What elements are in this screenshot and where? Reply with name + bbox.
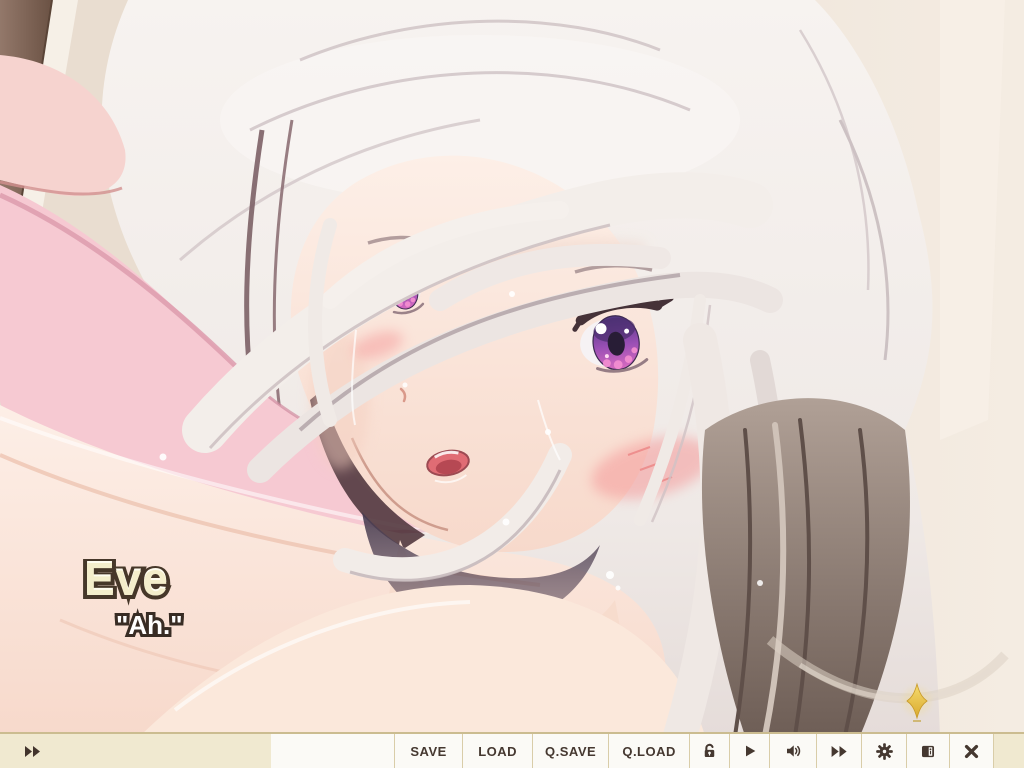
dialogue-text: "Ah." "Ah." bbox=[116, 610, 416, 646]
play-icon bbox=[742, 743, 758, 759]
speaker-name-label: Eve bbox=[84, 552, 169, 606]
close-icon bbox=[963, 743, 980, 760]
save-button[interactable]: SAVE bbox=[394, 734, 462, 768]
window-panel-icon bbox=[919, 743, 937, 760]
fast-forward-icon bbox=[24, 745, 41, 758]
settings-button[interactable] bbox=[861, 734, 906, 768]
skip-button[interactable] bbox=[816, 734, 861, 768]
speaker-name: Eve Eve bbox=[84, 552, 384, 612]
window-panel-button[interactable] bbox=[906, 734, 949, 768]
volume-icon bbox=[783, 742, 803, 760]
quick-load-button-label: Q.LOAD bbox=[622, 744, 676, 759]
volume-button[interactable] bbox=[769, 734, 816, 768]
auto-play-button[interactable] bbox=[729, 734, 769, 768]
load-button-label: LOAD bbox=[478, 744, 517, 759]
skip-mode-indicator[interactable] bbox=[0, 734, 271, 768]
close-button[interactable] bbox=[949, 734, 993, 768]
menu-spacer bbox=[271, 734, 394, 768]
load-button[interactable]: LOAD bbox=[462, 734, 532, 768]
save-button-label: SAVE bbox=[410, 744, 446, 759]
lock-icon bbox=[700, 742, 719, 761]
menu-buttons: SAVE LOAD Q.SAVE Q.LOAD bbox=[271, 734, 993, 768]
fast-forward-icon bbox=[830, 744, 849, 759]
quick-save-button-label: Q.SAVE bbox=[545, 744, 596, 759]
dialogue-text-label: "Ah." bbox=[116, 610, 183, 641]
menu-bar-right-cap bbox=[993, 734, 1024, 768]
quick-load-button[interactable]: Q.LOAD bbox=[608, 734, 689, 768]
quick-save-button[interactable]: Q.SAVE bbox=[532, 734, 608, 768]
gear-icon bbox=[875, 742, 894, 761]
game-window: Eve Eve "Ah." "Ah." SAVE LOAD Q.SAVE bbox=[0, 0, 1024, 768]
lock-button[interactable] bbox=[689, 734, 729, 768]
menu-bar: SAVE LOAD Q.SAVE Q.LOAD bbox=[0, 732, 1024, 768]
